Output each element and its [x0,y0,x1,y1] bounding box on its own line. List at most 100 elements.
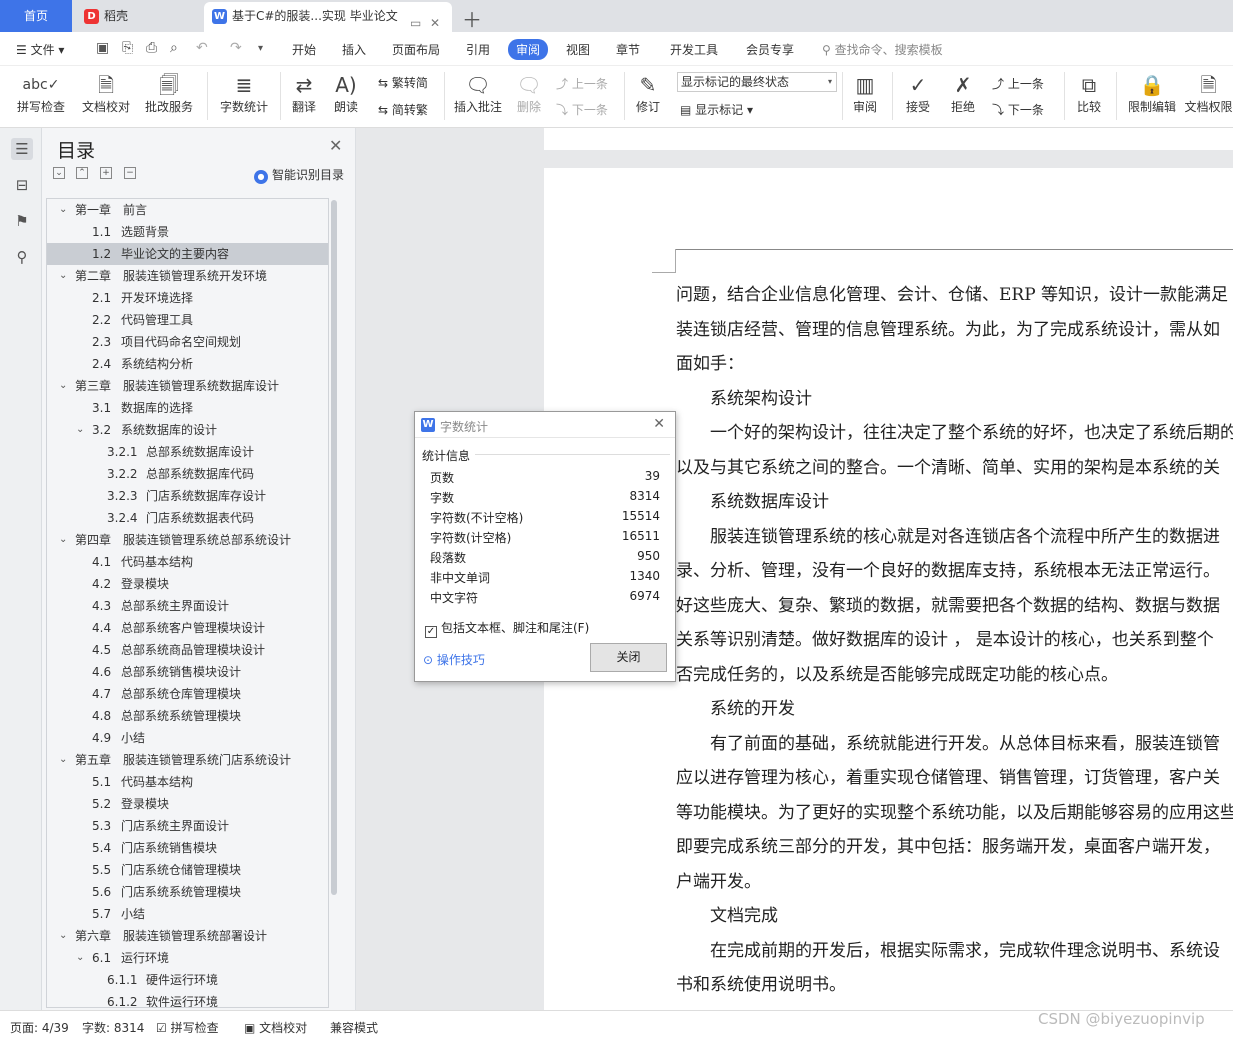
menu-review[interactable]: 审阅 [508,39,549,60]
toc-item[interactable]: 4.1 代码基本结构 [47,551,328,573]
toc-item[interactable]: ⌄ 第五章 服装连锁管理系统门店系统设计 [47,749,328,771]
chevron-down-icon[interactable]: ⌄ [59,375,67,397]
toc-item[interactable]: ⌄ 第三章 服装连锁管理系统数据库设计 [47,375,328,397]
menu-start[interactable]: 开始 [292,41,316,58]
toc-item[interactable]: 4.7 总部系统仓库管理模块 [47,683,328,705]
toc-item[interactable]: 6.1.1 硬件运行环境 [47,969,328,991]
remove-heading-icon[interactable]: − [124,167,136,179]
delete-comment-button[interactable]: 🗨 删除 [512,70,546,114]
toc-item[interactable]: 1.1 选题背景 [47,221,328,243]
new-tab-icon[interactable]: ＋ [462,4,482,33]
track-changes-button[interactable]: ✎ 修订 [630,70,666,114]
search-icon[interactable]: ⚲ [11,246,33,268]
toc-panel-icon[interactable]: ☰ [11,138,33,160]
toc-item[interactable]: 4.9 小结 [47,727,328,749]
menu-layout[interactable]: 页面布局 [392,41,440,58]
toc-item[interactable]: ⌄ 第四章 服装连锁管理系统总部系统设计 [47,529,328,551]
chapter-nav-icon[interactable]: ⊟ [11,174,33,196]
menu-section[interactable]: 章节 [616,41,640,58]
toc-item[interactable]: ⌄ 第一章 前言 [47,199,328,221]
simp-to-trad-button[interactable]: ⇆ 简转繁 [378,101,428,118]
toc-item[interactable]: 4.3 总部系统主界面设计 [47,595,328,617]
toc-scrollbar[interactable] [331,200,337,895]
read-aloud-button[interactable]: A) 朗读 [330,70,362,114]
close-button[interactable]: 关闭 [590,643,667,672]
print-icon[interactable]: ⎙ [146,40,157,56]
chevron-down-icon[interactable]: ⌄ [59,529,67,551]
restrict-edit-button[interactable]: 🔒 限制编辑 [1126,70,1178,114]
toc-item[interactable]: 4.6 总部系统销售模块设计 [47,661,328,683]
chevron-down-icon[interactable]: ⌄ [76,419,84,441]
toc-item[interactable]: 4.8 总部系统系统管理模块 [47,705,328,727]
word-count-button[interactable]: ≣ 字数统计 [216,70,272,114]
toc-item[interactable]: 1.2 毕业论文的主要内容 [47,243,328,265]
preview-icon[interactable]: ⌕ [170,40,178,56]
toc-item[interactable]: 5.2 登录模块 [47,793,328,815]
chevron-down-icon[interactable]: ⌄ [76,947,84,969]
batch-service-button[interactable]: 🗐 批改服务 [140,70,198,114]
toc-item[interactable]: 3.1 数据库的选择 [47,397,328,419]
tab-document[interactable]: W 基于C#的服装...实现 毕业论文 ▭ ✕ [204,2,452,32]
menu-devtools[interactable]: 开发工具 [670,41,718,58]
toc-item[interactable]: 5.1 代码基本结构 [47,771,328,793]
toc-item[interactable]: 6.1.2 软件运行环境 [47,991,328,1007]
doc-check-button[interactable]: 🗎 文档校对 [80,70,132,114]
toc-item[interactable]: 5.7 小结 [47,903,328,925]
chevron-down-icon[interactable]: ⌄ [59,199,67,221]
compare-button[interactable]: ⧉ 比较 [1070,70,1108,114]
add-heading-icon[interactable]: + [100,167,112,179]
menu-view[interactable]: 视图 [566,41,590,58]
toc-item[interactable]: 2.2 代码管理工具 [47,309,328,331]
toc-item[interactable]: 2.3 项目代码命名空间规划 [47,331,328,353]
prev-change-button[interactable]: ⤴ 上一条 [992,75,1044,92]
undo-icon[interactable]: ↶ [196,40,208,56]
toc-item[interactable]: 3.2.2 总部系统数据库代码 [47,463,328,485]
insert-comment-button[interactable]: 🗨 插入批注 [452,70,504,114]
toc-item[interactable]: 5.6 门店系统系统管理模块 [47,881,328,903]
toc-item[interactable]: 4.5 总部系统商品管理模块设计 [47,639,328,661]
trad-to-simp-button[interactable]: ⇆ 繁转简 [378,74,428,91]
export-icon[interactable]: ⎘ [122,40,133,56]
toc-item[interactable]: 5.3 门店系统主界面设计 [47,815,328,837]
toc-item[interactable]: ⌄ 6.1 运行环境 [47,947,328,969]
tab-daoke[interactable]: D 稻壳 [76,2,200,32]
toc-item[interactable]: 3.2.1 总部系统数据库设计 [47,441,328,463]
toc-item[interactable]: 3.2.3 门店系统数据库存设计 [47,485,328,507]
prev-comment-button[interactable]: ⤴ 上一条 [556,75,608,92]
save-icon[interactable]: ▣ [96,40,109,56]
chevron-down-icon[interactable]: ⌄ [59,749,67,771]
collapse-all-icon[interactable]: ⌄ [53,167,65,179]
bookmark-icon[interactable]: ⚑ [11,210,33,232]
spell-check-status[interactable]: ☑ 拼写检查 [156,1019,219,1036]
file-menu[interactable]: ☰ 文件 ▾ [16,41,64,58]
next-change-button[interactable]: ⤵ 下一条 [992,101,1044,118]
menu-reference[interactable]: 引用 [466,41,490,58]
menu-vip[interactable]: 会员专享 [746,41,794,58]
close-icon[interactable]: ✕ [653,416,665,432]
translate-button[interactable]: ⇄ 翻译 [286,70,322,114]
chevron-down-icon[interactable]: ⌄ [59,925,67,947]
toc-item[interactable]: ⌄ 第六章 服装连锁管理系统部署设计 [47,925,328,947]
tab-home[interactable]: 首页 [0,0,72,32]
redo-icon[interactable]: ↷ [230,40,242,56]
toc-item[interactable]: ⌄ 3.2 系统数据库的设计 [47,419,328,441]
toc-item[interactable]: 2.1 开发环境选择 [47,287,328,309]
more-icon[interactable]: ▾ [258,43,263,54]
menu-insert[interactable]: 插入 [342,41,366,58]
toc-item[interactable]: 4.4 总部系统客户管理模块设计 [47,617,328,639]
toc-item[interactable]: 4.2 登录模块 [47,573,328,595]
toc-item[interactable]: 3.2.4 门店系统数据表代码 [47,507,328,529]
chevron-down-icon[interactable]: ⌄ [59,265,67,287]
page-indicator[interactable]: 页面: 4/39 [10,1019,69,1036]
toc-item[interactable]: ⌄ 第二章 服装连锁管理系统开发环境 [47,265,328,287]
show-markup-button[interactable]: ▤ 显示标记 ▾ [680,101,753,118]
markup-select[interactable]: 显示标记的最终状态 ▾ [677,72,837,92]
command-search[interactable]: ⚲ 查找命令、搜索模板 [822,41,943,58]
accept-button[interactable]: ✓ 接受 [900,70,936,114]
spell-check-button[interactable]: abc✓ 拼写检查 [10,70,72,114]
toc-item[interactable]: 5.5 门店系统仓储管理模块 [47,859,328,881]
doc-check-status[interactable]: ▣ 文档校对 [244,1019,307,1036]
toc-item[interactable]: 5.4 门店系统销售模块 [47,837,328,859]
tips-link[interactable]: ⊙ 操作技巧 [423,651,485,668]
review-pane-button[interactable]: ▥ 审阅 [846,70,884,114]
